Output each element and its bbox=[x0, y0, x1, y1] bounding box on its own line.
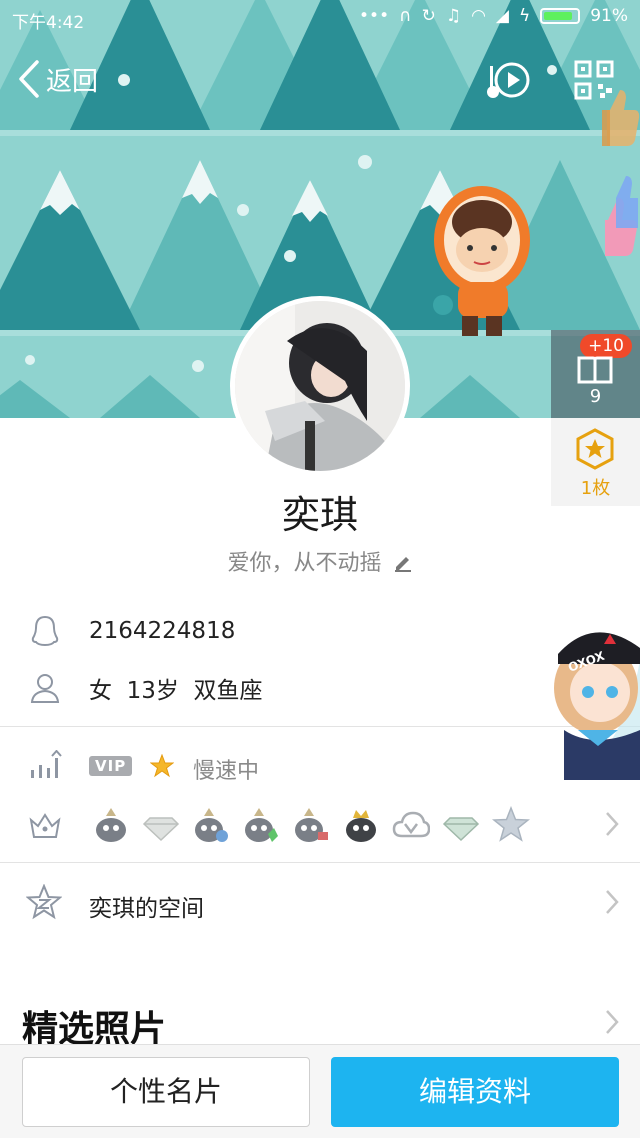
chevron-right-icon bbox=[606, 812, 619, 836]
visitor-book-icon bbox=[577, 356, 613, 384]
qzone-star-icon bbox=[26, 884, 62, 920]
avatar-photo bbox=[235, 301, 405, 471]
chevron-right-icon bbox=[606, 890, 619, 914]
visitor-count: 9 bbox=[589, 386, 602, 407]
chevron-left-icon bbox=[19, 60, 39, 98]
signal-icon: ◢ bbox=[495, 6, 509, 26]
back-button[interactable]: 返回 bbox=[18, 60, 98, 98]
signature-row[interactable]: 爱你，从不动摇 bbox=[0, 545, 640, 577]
headset-icon: ∩ bbox=[399, 6, 412, 26]
gender-age-sign: 女 13岁 双鱼座 bbox=[89, 678, 263, 704]
chevron-right-icon bbox=[606, 1010, 619, 1034]
penguin-gold-crown-icon bbox=[346, 810, 376, 842]
wifi-icon: ◠ bbox=[471, 6, 486, 26]
sync-icon: ↻ bbox=[421, 6, 436, 26]
person-icon bbox=[30, 674, 60, 703]
penguin-outline-icon bbox=[31, 615, 59, 647]
like-thumbs-icon[interactable] bbox=[580, 80, 640, 280]
edit-profile-button[interactable]: 编辑资料 bbox=[331, 1057, 619, 1127]
penguin-blue-icon bbox=[195, 808, 228, 842]
pencil-icon[interactable] bbox=[393, 552, 413, 572]
battery-icon bbox=[540, 8, 581, 24]
crown-icon bbox=[29, 813, 61, 838]
vip-status: 慢速中 bbox=[193, 759, 260, 784]
diamond-icon bbox=[142, 817, 180, 842]
diamond-green-icon bbox=[442, 817, 480, 842]
status-bar: 下午4:42 ••• ∩ ↻ ♫ ◠ ◢ ϟ 91% bbox=[0, 0, 640, 36]
badge-list bbox=[92, 806, 530, 844]
qzone-label: 奕琪的空间 bbox=[89, 896, 204, 922]
status-icons: ••• ∩ ↻ ♫ ◠ ◢ ϟ 91% bbox=[359, 6, 628, 26]
back-label: 返回 bbox=[46, 66, 99, 97]
status-time: 下午4:42 bbox=[12, 13, 85, 33]
visitor-counter[interactable]: +10 9 bbox=[551, 330, 640, 418]
penguin-green-icon bbox=[245, 808, 278, 842]
star-badge-icon bbox=[492, 806, 530, 842]
battery-percent: 91% bbox=[590, 6, 628, 26]
qq-number: 2164224818 bbox=[89, 618, 236, 644]
more-icon: ••• bbox=[359, 6, 390, 26]
divider bbox=[0, 862, 640, 863]
star-icon bbox=[150, 754, 174, 778]
vip-tag: VIP bbox=[89, 756, 133, 776]
anime-girl-sticker: OXOX bbox=[554, 632, 640, 780]
penguin-red-icon bbox=[295, 808, 328, 842]
personal-card-button[interactable]: 个性名片 bbox=[22, 1057, 310, 1127]
mute-bell-icon: ♫ bbox=[445, 6, 462, 26]
signature-text: 爱你，从不动摇 bbox=[227, 551, 382, 576]
bottom-action-bar: 个性名片 编辑资料 bbox=[0, 1044, 640, 1138]
medal-star-icon bbox=[576, 428, 614, 470]
charging-icon: ϟ bbox=[518, 6, 531, 26]
cloud-v-icon bbox=[392, 811, 430, 838]
avatar[interactable] bbox=[230, 296, 410, 476]
penguin-crown-icon bbox=[96, 808, 126, 842]
nickname: 奕琪 bbox=[281, 493, 358, 537]
music-play-icon[interactable] bbox=[486, 58, 532, 102]
level-chart-icon bbox=[31, 750, 62, 778]
